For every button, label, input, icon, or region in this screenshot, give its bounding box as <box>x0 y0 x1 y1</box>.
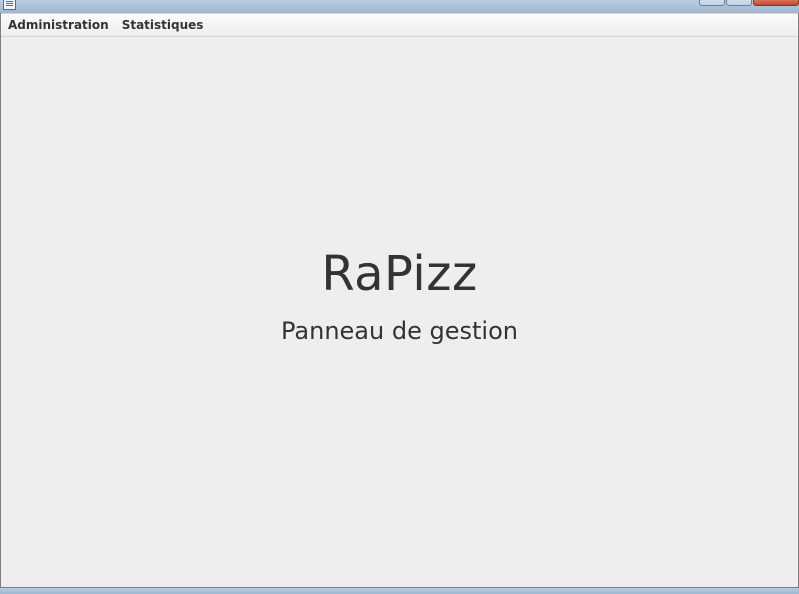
client-area: Administration Statistiques RaPizz Panne… <box>0 13 799 594</box>
menu-bar: Administration Statistiques <box>1 13 798 37</box>
app-subtitle: Panneau de gestion <box>281 317 518 345</box>
minimize-button[interactable] <box>699 0 725 6</box>
menu-statistiques[interactable]: Statistiques <box>115 14 210 36</box>
title-bar[interactable] <box>0 0 799 13</box>
menu-administration[interactable]: Administration <box>1 14 115 36</box>
document-icon[interactable] <box>3 0 16 10</box>
app-title: RaPizz <box>321 246 478 302</box>
caption-buttons <box>698 0 799 6</box>
close-button[interactable] <box>753 0 799 6</box>
app-window: Administration Statistiques RaPizz Panne… <box>0 0 799 594</box>
window-bottom-border <box>0 587 799 594</box>
maximize-button[interactable] <box>726 0 752 6</box>
main-panel: RaPizz Panneau de gestion <box>1 37 798 587</box>
